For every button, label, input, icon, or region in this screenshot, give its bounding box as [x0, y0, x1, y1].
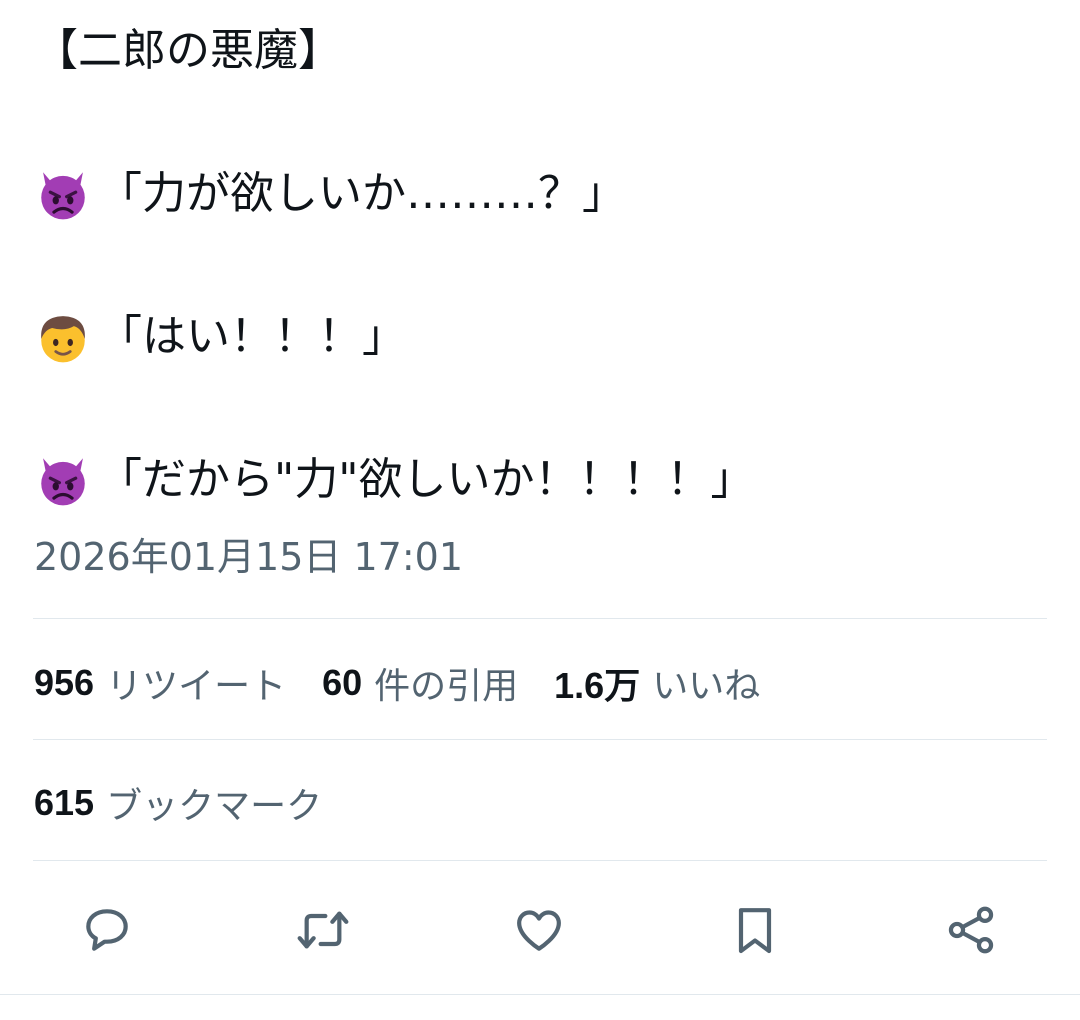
tweet-text: 【二郎の悪魔】 「力が欲しいか………？」 「はい！！！」 「だから"力"欲しいか…	[34, 22, 1044, 508]
bookmark-icon	[738, 908, 772, 954]
retweet-count-link[interactable]: 956 リツイート	[34, 657, 286, 709]
bottom-divider	[0, 994, 1080, 995]
angry-devil-emoji-icon	[41, 457, 85, 505]
dialogue-line-1: 「力が欲しいか………？」	[34, 165, 1044, 222]
dialogue-text-2: 「はい！！！」	[98, 311, 406, 362]
divider	[33, 739, 1047, 740]
tweet-title: 【二郎の悪魔】	[34, 25, 342, 76]
dialogue-line-3: 「だから"力"欲しいか！！！！」	[34, 451, 1044, 508]
bookmark-stats: 615 ブックマーク	[34, 778, 358, 828]
engagement-stats: 956 リツイート 60 件の引用 1.6万 いいね	[34, 658, 796, 708]
share-icon	[948, 906, 994, 954]
reply-button[interactable]	[77, 900, 137, 960]
angry-devil-emoji-icon	[41, 171, 85, 219]
dialogue-line-2: 「はい！！！」	[34, 308, 1044, 365]
like-label: いいね	[652, 666, 761, 707]
tweet-title-line: 【二郎の悪魔】	[34, 22, 1044, 79]
like-button[interactable]	[509, 900, 569, 960]
action-bar	[0, 900, 1080, 960]
bookmark-count: 615	[34, 782, 95, 823]
bookmark-label: ブックマーク	[106, 786, 323, 827]
tweet-timestamp[interactable]: 2026年01月15日 17:01	[34, 533, 463, 581]
reply-icon	[86, 909, 128, 951]
boy-emoji-icon	[41, 315, 85, 362]
bookmark-button[interactable]	[725, 900, 785, 960]
like-count-link[interactable]: 1.6万 いいね	[554, 657, 760, 709]
retweet-count: 956	[34, 662, 95, 703]
quote-label: 件の引用	[374, 666, 519, 707]
dialogue-text-3: 「だから"力"欲しいか！！！！」	[98, 454, 755, 505]
like-icon	[517, 910, 561, 951]
retweet-label: リツイート	[106, 666, 287, 707]
quote-count: 60	[322, 662, 363, 703]
retweet-icon	[297, 911, 349, 949]
dialogue-text-1: 「力が欲しいか………？」	[98, 168, 626, 219]
quote-count-link[interactable]: 60 件の引用	[322, 657, 518, 709]
like-count: 1.6万	[554, 665, 641, 706]
divider	[33, 618, 1047, 619]
divider	[33, 860, 1047, 861]
retweet-button[interactable]	[293, 900, 353, 960]
share-button[interactable]	[941, 900, 1001, 960]
bookmark-count-link[interactable]: 615 ブックマーク	[34, 777, 322, 829]
